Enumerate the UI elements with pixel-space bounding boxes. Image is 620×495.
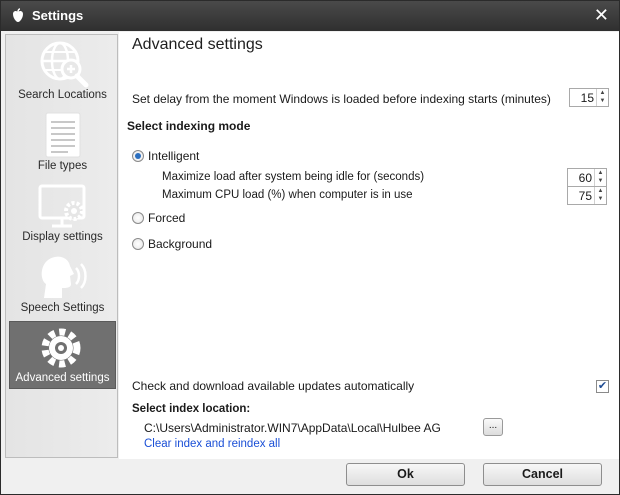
sidebar-item-label: Advanced settings	[15, 372, 110, 384]
page-title: Advanced settings	[132, 36, 263, 53]
document-icon	[45, 112, 81, 158]
mode-background-label[interactable]: Background	[148, 237, 212, 251]
browse-button[interactable]: ...	[483, 418, 503, 436]
sidebar-item-display-settings[interactable]: Display settings	[9, 179, 116, 247]
sidebar-item-speech-settings[interactable]: Speech Settings	[9, 250, 116, 318]
sidebar-item-label: Display settings	[22, 231, 103, 243]
settings-window: Settings ✕ Search Locations File types D…	[0, 0, 620, 495]
stepper-up-icon[interactable]: ▲	[595, 187, 606, 195]
sidebar-item-label: Search Locations	[18, 89, 107, 101]
mode-forced-radio[interactable]	[132, 212, 144, 224]
indexing-mode-heading: Select indexing mode	[127, 119, 251, 133]
stepper-up-icon[interactable]: ▲	[597, 89, 608, 97]
delay-stepper[interactable]: 15 ▲ ▼	[569, 88, 609, 107]
ok-button[interactable]: Ok	[346, 463, 465, 486]
cpu-value: 75	[578, 189, 592, 203]
title-bar: Settings ✕	[1, 1, 619, 31]
auto-update-checkbox[interactable]: ✔	[596, 380, 609, 393]
stepper-up-icon[interactable]: ▲	[595, 169, 606, 177]
dialog-footer: Ok Cancel	[1, 459, 619, 494]
mode-forced-label[interactable]: Forced	[148, 211, 185, 225]
sidebar-item-label: Speech Settings	[20, 302, 105, 314]
gear-icon	[41, 328, 81, 368]
mode-intelligent-label[interactable]: Intelligent	[148, 149, 199, 163]
sidebar-nav: Search Locations File types Display sett…	[5, 34, 118, 458]
auto-update-label: Check and download available updates aut…	[132, 379, 415, 393]
cpu-stepper[interactable]: 75 ▲ ▼	[567, 186, 607, 205]
delay-value: 15	[580, 91, 594, 105]
idle-label: Maximize load after system being idle fo…	[162, 171, 425, 183]
stepper-down-icon[interactable]: ▼	[595, 177, 606, 185]
display-gear-icon	[38, 184, 86, 228]
app-logo-icon	[13, 8, 23, 22]
sidebar-item-search-locations[interactable]: Search Locations	[9, 37, 116, 105]
sidebar-item-file-types[interactable]: File types	[9, 108, 116, 176]
stepper-down-icon[interactable]: ▼	[597, 97, 608, 105]
window-title: Settings	[32, 8, 84, 23]
cpu-label: Maximum CPU load (%) when computer is in…	[162, 189, 413, 201]
sidebar-item-label: File types	[37, 160, 88, 172]
delay-label: Set delay from the moment Windows is loa…	[132, 92, 551, 106]
idle-value: 60	[578, 171, 592, 185]
cancel-button[interactable]: Cancel	[483, 463, 602, 486]
idle-stepper[interactable]: 60 ▲ ▼	[567, 168, 607, 187]
sidebar-item-advanced-settings[interactable]: Advanced settings	[9, 321, 116, 389]
mode-intelligent-radio[interactable]	[132, 150, 144, 162]
close-icon[interactable]: ✕	[594, 6, 609, 24]
index-path: C:\Users\Administrator.WIN7\AppData\Loca…	[144, 421, 441, 435]
index-location-heading: Select index location:	[132, 403, 251, 415]
speaking-head-icon	[41, 256, 87, 298]
settings-panel: Advanced settings Set delay from the mom…	[119, 32, 619, 459]
mode-background-radio[interactable]	[132, 238, 144, 250]
clear-index-link[interactable]: Clear index and reindex all	[144, 438, 280, 450]
globe-search-icon	[40, 41, 89, 88]
stepper-down-icon[interactable]: ▼	[595, 195, 606, 203]
